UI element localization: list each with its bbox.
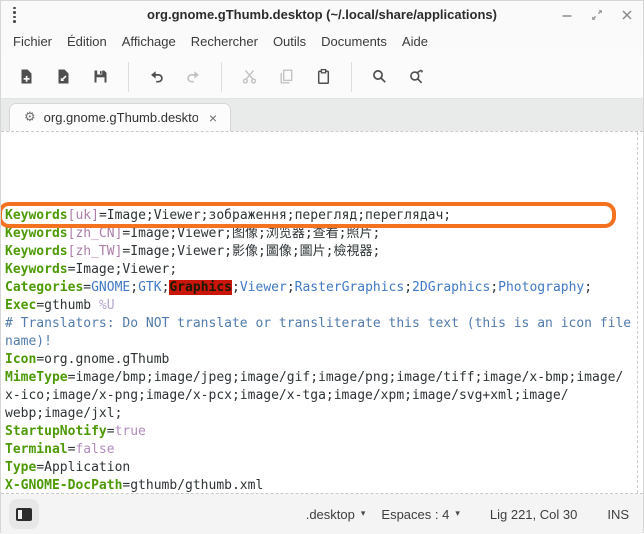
close-icon [620, 8, 634, 22]
code-line: X-GNOME-DocPath=gthumb/gthumb.xml [5, 477, 643, 494]
tab-label: org.gnome.gThumb.desktop [44, 110, 198, 125]
chevron-down-icon: ▾ [455, 509, 460, 519]
restore-icon [590, 8, 604, 22]
menubar: Fichier Édition Affichage Rechercher Outils D… [1, 28, 643, 55]
code-line: Categories=GNOME;GTK;Graphics;Viewer;Ras… [5, 279, 643, 297]
cut-icon [241, 68, 258, 85]
filetype-label: .desktop [306, 507, 355, 522]
cut-button [231, 61, 268, 93]
menu-edition[interactable]: Édition [66, 32, 108, 51]
new-document-button[interactable] [8, 61, 45, 93]
tab-org-gnome-gthumb-desktop[interactable]: ⚙ org.gnome.gThumb.desktop × [9, 103, 231, 131]
save-document-button[interactable] [82, 61, 119, 93]
menu-documents[interactable]: Documents [320, 32, 388, 51]
code-line: Keywords[uk]=Image;Viewer;зображення;пер… [5, 207, 643, 225]
window-title: org.gnome.gThumb.desktop (~/.local/share… [1, 7, 643, 22]
undo-button[interactable] [138, 61, 175, 93]
paste-button[interactable] [305, 61, 342, 93]
chevron-down-icon: ▾ [361, 509, 366, 519]
paste-icon [315, 68, 332, 85]
tab-close-icon[interactable]: × [206, 110, 220, 126]
toolbar-separator [128, 62, 129, 92]
tab-strip: ⚙ org.gnome.gThumb.desktop × [1, 98, 643, 131]
code-line: # Translators: Do NOT translate or trans… [5, 315, 643, 333]
minimize-icon [560, 8, 574, 22]
search-button[interactable] [361, 61, 398, 93]
code-line: Terminal=false [5, 441, 643, 459]
copy-button [268, 61, 305, 93]
new-document-icon [18, 68, 35, 85]
code-line: Exec=gthumb %U [5, 297, 643, 315]
copy-icon [278, 68, 295, 85]
window-handle-dots-icon[interactable] [7, 5, 22, 25]
search-match-highlight: Graphics [169, 280, 232, 295]
filetype-selector[interactable]: .desktop ▾ [306, 507, 366, 522]
window-controls [557, 5, 637, 25]
search-and-replace-button[interactable] [398, 61, 435, 93]
menu-aide[interactable]: Aide [401, 32, 429, 51]
toolbar-separator [221, 62, 222, 92]
code-line: Icon=org.gnome.gThumb [5, 351, 643, 369]
side-panel-icon [16, 508, 32, 521]
open-document-icon [55, 68, 72, 85]
code-line: x-ico;image/x-png;image/x-pcx;image/x-tg… [5, 387, 643, 405]
statusbar: .desktop ▾ Espaces : 4 ▾ Lig 221, Col 30… [1, 494, 643, 534]
toolbar-separator [351, 62, 352, 92]
cursor-position: Lig 221, Col 30 [490, 507, 577, 522]
redo-icon [185, 68, 202, 85]
code-line: name)! [5, 333, 643, 351]
toolbar [1, 55, 643, 98]
search-icon [371, 68, 388, 85]
undo-icon [148, 68, 165, 85]
menu-rechercher[interactable]: Rechercher [190, 32, 259, 51]
redo-button [175, 61, 212, 93]
menu-outils[interactable]: Outils [272, 32, 307, 51]
code-line: Keywords[zh_TW]=Image;Viewer;影像;圖像;圖片;檢視… [5, 243, 643, 261]
code-line: Keywords[zh_CN]=Image;Viewer;图像;浏览器;查看;照… [5, 225, 643, 243]
insert-mode-indicator: INS [607, 507, 629, 522]
tab-width-label: Espaces : 4 [381, 507, 449, 522]
side-panel-toggle-button[interactable] [9, 499, 39, 529]
code-line: MimeType=image/bmp;image/jpeg;image/gif;… [5, 369, 643, 387]
menu-fichier[interactable]: Fichier [12, 32, 53, 51]
search-and-replace-icon [408, 68, 425, 85]
code-line: Keywords=Image;Viewer; [5, 261, 643, 279]
gedit-window: org.gnome.gThumb.desktop (~/.local/share… [0, 0, 644, 533]
gear-icon: ⚙ [24, 110, 36, 125]
code-line: Type=Application [5, 459, 643, 477]
code-line: webp;image/jxl; [5, 405, 643, 423]
restore-button[interactable] [587, 5, 607, 25]
tab-width-selector[interactable]: Espaces : 4 ▾ [381, 507, 459, 522]
text-editor-area[interactable]: Keywords[uk]=Image;Viewer;зображення;пер… [1, 131, 643, 494]
minimize-button[interactable] [557, 5, 577, 25]
menu-affichage[interactable]: Affichage [121, 32, 177, 51]
open-document-button[interactable] [45, 61, 82, 93]
titlebar[interactable]: org.gnome.gThumb.desktop (~/.local/share… [1, 1, 643, 28]
code-line: StartupNotify=true [5, 423, 643, 441]
statusbar-right: .desktop ▾ Espaces : 4 ▾ Lig 221, Col 30… [306, 507, 629, 522]
save-document-icon [92, 68, 109, 85]
close-button[interactable] [617, 5, 637, 25]
